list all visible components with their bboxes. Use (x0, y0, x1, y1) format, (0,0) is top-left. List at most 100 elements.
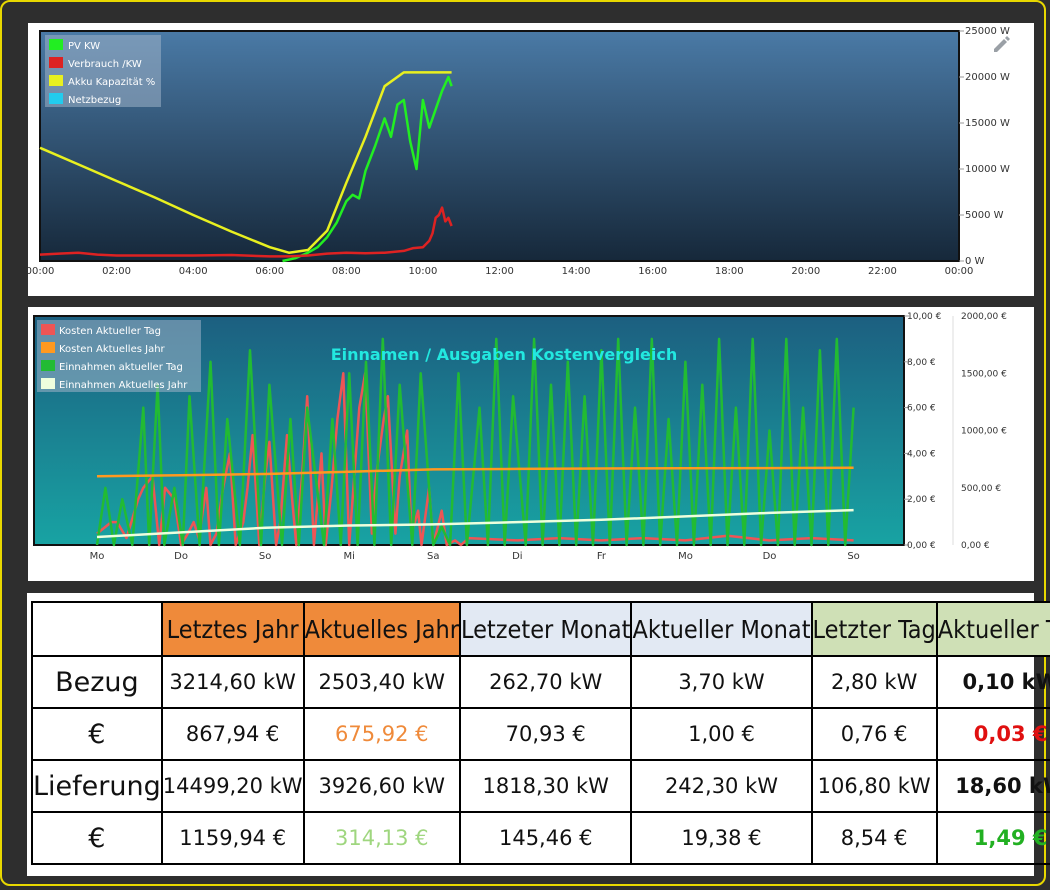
table-cell: 0,76 € (810, 707, 938, 761)
pencil-icon[interactable] (994, 36, 1010, 52)
table-row-lieferung-euro: € 1159,94 € 314,13 € 145,46 € 19,38 € 8,… (31, 811, 1050, 865)
legend-label-einnahmen-aktueller-tag: Einnahmen aktueller Tag (59, 362, 183, 373)
header-cell-last-year: Letztes Jahr (160, 601, 305, 657)
legend-label-pv-kw: PV KW (68, 41, 100, 52)
legend-swatch-einnahmen-aktuelles-jahr (41, 378, 55, 389)
legend-label-kosten-aktuelles-jahr: Kosten Aktuelles Jahr (59, 344, 166, 355)
table-cell: 262,70 kW (458, 655, 633, 709)
header-cell-current-month: Aktueller Monat (630, 601, 813, 657)
y-tick-label: 5000 W (965, 210, 1004, 221)
header-cell-empty (31, 601, 163, 657)
y-tick-label-right: 1500,00 € (961, 369, 1007, 379)
table-cell: 145,46 € (458, 811, 633, 865)
y-tick-label: 10000 W (965, 164, 1010, 175)
legend-swatch-pv-kw (49, 39, 63, 50)
x-tick-label: 12:00 (485, 266, 514, 277)
y-tick-label-right: 2000,00 € (961, 312, 1007, 322)
x-tick-label: 20:00 (791, 266, 820, 277)
y-tick-label: 15000 W (965, 118, 1010, 129)
y-tick-label-right: 500,00 € (961, 484, 1001, 494)
y-tick-label: 20000 W (965, 72, 1010, 83)
power-chart-panel: 00:00 02:00 04:00 06:00 08:00 10:00 12:00 14:00… (26, 23, 1034, 296)
legend-label-netzbezug: Netzbezug (68, 95, 121, 106)
x-tick-label: 00:00 (28, 266, 54, 277)
y-tick-label: 0 W (965, 256, 985, 267)
stats-table: Letztes Jahr Aktuelles Jahr Letzeter Mon… (31, 601, 1050, 865)
y-tick-label-left: 8,00 € (907, 358, 936, 368)
y-tick-label-right: 0,00 € (961, 541, 990, 551)
header-cell-last-month: Letzeter Monat (458, 601, 633, 657)
cost-chart-title: Einnamen / Ausgaben Kostenvergleich (331, 345, 678, 364)
table-row-bezug-euro: € 867,94 € 675,92 € 70,93 € 1,00 € 0,76 … (31, 707, 1050, 761)
x-tick-label: Fr (597, 551, 607, 562)
power-chart: 00:00 02:00 04:00 06:00 08:00 10:00 12:00 14:00… (26, 26, 1010, 277)
table-cell: 1818,30 kW (458, 759, 633, 813)
table-cell: 1,00 € (630, 707, 813, 761)
row-label: Bezug (31, 655, 163, 709)
x-tick-label: 22:00 (868, 266, 897, 277)
legend-swatch-akku-kapazit-t (49, 75, 63, 86)
table-cell: 242,30 kW (630, 759, 813, 813)
table-cell: 1159,94 € (160, 811, 305, 865)
cost-chart: Einnamen / Ausgaben Kostenvergleich Mo Do… (33, 312, 1007, 562)
x-tick-label: Do (174, 551, 188, 562)
x-tick-label: 18:00 (715, 266, 744, 277)
table-cell: 2503,40 kW (302, 655, 462, 709)
cost-chart-panel: Einnamen / Ausgaben Kostenvergleich Mo Do… (28, 307, 1034, 581)
table-cell: 1,49 € (935, 811, 1050, 865)
y-tick-label-left: 0,00 € (907, 541, 936, 551)
x-tick-label: 04:00 (179, 266, 208, 277)
table-cell: 3926,60 kW (302, 759, 462, 813)
table-cell: 0,10 kW (935, 655, 1050, 709)
legend-label-akku-kapazit-t: Akku Kapazität % (68, 77, 155, 88)
x-tick-label: 02:00 (102, 266, 131, 277)
row-label: € (31, 707, 163, 761)
header-cell-current-day: Aktueller Tag (935, 601, 1050, 657)
table-cell: 314,13 € (302, 811, 462, 865)
table-cell: 0,03 € (935, 707, 1050, 761)
x-tick-label: 16:00 (638, 266, 667, 277)
legend-swatch-einnahmen-aktueller-tag (41, 360, 55, 371)
legend-label-einnahmen-aktuelles-jahr: Einnahmen Aktuelles Jahr (59, 380, 188, 391)
x-tick-label: Sa (427, 551, 439, 562)
x-tick-label: So (847, 551, 859, 562)
x-tick-label: Do (763, 551, 777, 562)
table-cell: 3,70 kW (630, 655, 813, 709)
table-cell: 14499,20 kW (160, 759, 305, 813)
x-tick-label: 08:00 (332, 266, 361, 277)
legend-swatch-kosten-aktuelles-jahr (41, 342, 55, 353)
y-tick-label-left: 10,00 € (907, 312, 942, 322)
x-tick-label: Mo (678, 551, 693, 562)
table-cell: 106,80 kW (810, 759, 938, 813)
x-tick-label: 06:00 (255, 266, 284, 277)
x-tick-label: So (259, 551, 271, 562)
legend-swatch-netzbezug (49, 93, 63, 104)
x-tick-label: 14:00 (562, 266, 591, 277)
power-plot-area (39, 30, 960, 262)
header-cell-last-day: Letzter Tag (810, 601, 938, 657)
x-tick-label: Di (512, 551, 522, 562)
table-header-row: Letztes Jahr Aktuelles Jahr Letzeter Mon… (31, 601, 1050, 657)
legend-label-kosten-aktueller-tag: Kosten Aktueller Tag (59, 326, 161, 337)
row-label: Lieferung (31, 759, 163, 813)
y-tick-label-left: 4,00 € (907, 449, 936, 459)
table-row-bezug: Bezug 3214,60 kW 2503,40 kW 262,70 kW 3,… (31, 655, 1050, 709)
table-cell: 3214,60 kW (160, 655, 305, 709)
table-cell: 19,38 € (630, 811, 813, 865)
x-tick-label: Mi (344, 551, 355, 562)
table-row-lieferung: Lieferung 14499,20 kW 3926,60 kW 1818,30… (31, 759, 1050, 813)
y-tick-label-left: 2,00 € (907, 495, 936, 505)
table-cell: 70,93 € (458, 707, 633, 761)
x-tick-label: Mo (90, 551, 105, 562)
x-tick-label: 10:00 (409, 266, 438, 277)
legend-label-verbrauch-kw: Verbrauch /KW (68, 59, 142, 70)
header-cell-current-year: Aktuelles Jahr (302, 601, 462, 657)
stats-table-panel: Letztes Jahr Aktuelles Jahr Letzeter Mon… (27, 593, 1050, 876)
table-cell: 867,94 € (160, 707, 305, 761)
x-tick-label: 00:00 (945, 266, 974, 277)
table-cell: 8,54 € (810, 811, 938, 865)
y-tick-label: 25000 W (965, 26, 1010, 37)
legend-swatch-verbrauch-kw (49, 57, 63, 68)
y-tick-label-left: 6,00 € (907, 404, 936, 414)
table-cell: 18,60 kW (935, 759, 1050, 813)
